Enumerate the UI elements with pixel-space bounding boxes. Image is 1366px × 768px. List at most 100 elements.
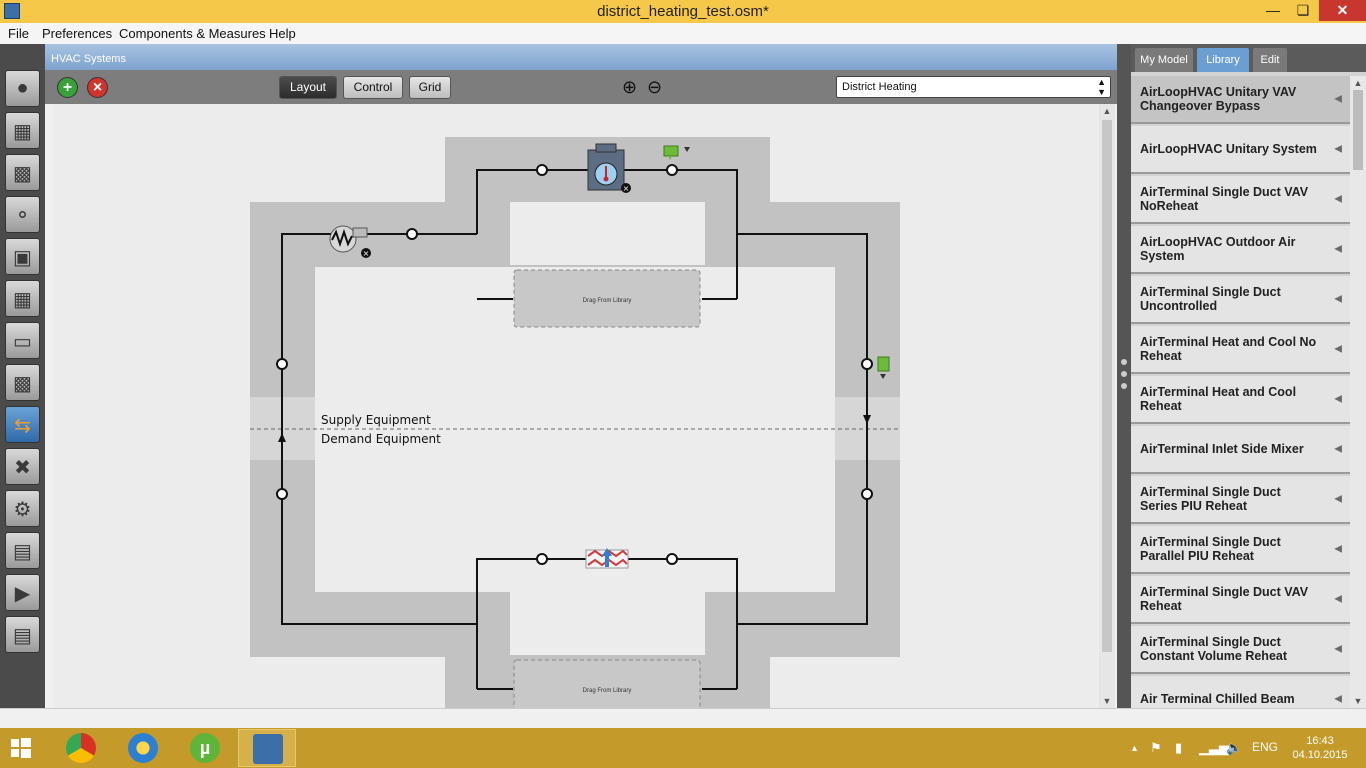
scroll-up-icon[interactable]: ▲ (1099, 106, 1115, 116)
library-item[interactable]: AirTerminal Single Duct VAV NoReheat ◀ (1131, 176, 1350, 224)
menu-components-measures[interactable]: Components & Measures (119, 26, 266, 41)
splitter-grip-icon (1121, 359, 1127, 365)
space-types-tab[interactable]: ▣ (5, 238, 40, 275)
hvac-systems-tab[interactable]: ⇆ (5, 406, 40, 443)
menu-file[interactable]: File (8, 26, 29, 41)
library-item[interactable]: AirLoopHVAC Unitary System ◀ (1131, 126, 1350, 174)
scroll-up-icon[interactable]: ▲ (1350, 78, 1366, 88)
expand-arrow-icon[interactable]: ◀ (1334, 144, 1342, 155)
tab-library[interactable]: Library (1197, 48, 1249, 72)
results-tab[interactable]: ▤ (5, 616, 40, 653)
space-types-icon: ▣ (13, 247, 32, 269)
library-item[interactable]: Air Terminal Chilled Beam ◀ (1131, 676, 1350, 708)
run-tab[interactable]: ▶ (5, 574, 40, 611)
library-scrollbar[interactable]: ▲ ▼ (1350, 76, 1366, 708)
expand-arrow-icon[interactable]: ◀ (1334, 494, 1342, 505)
expand-arrow-icon[interactable]: ◀ (1334, 644, 1342, 655)
run-icon: ▶ (14, 583, 31, 605)
heating-coil-icon[interactable] (585, 548, 629, 569)
scroll-down-icon[interactable]: ▼ (1350, 696, 1366, 706)
maximize-button[interactable]: ❏ (1288, 0, 1318, 21)
library-item[interactable]: AirLoopHVAC Outdoor Air System ◀ (1131, 226, 1350, 274)
demand-equipment-label: Demand Equipment (321, 432, 441, 446)
expand-arrow-icon[interactable]: ◀ (1334, 344, 1342, 355)
taskbar-openstudio[interactable] (238, 729, 296, 767)
zoom-in-icon[interactable]: ⊕ (622, 77, 637, 98)
loads-tab[interactable]: ⚬ (5, 196, 40, 233)
canvas-scroll-thumb[interactable] (1102, 120, 1112, 652)
status-bar (0, 708, 1366, 728)
tray-overflow-icon[interactable]: ▲ (1130, 743, 1139, 753)
loop-diagram[interactable]: Drag From Library Drag From Library × × (53, 104, 1099, 708)
grid-button[interactable]: Grid (409, 76, 451, 99)
clock-date: 04.10.2015 (1292, 749, 1348, 761)
drop-zone-bottom[interactable] (513, 659, 701, 708)
library-item[interactable]: AirTerminal Heat and Cool Reheat ◀ (1131, 376, 1350, 424)
library-item[interactable]: AirTerminal Single Duct Constant Volume … (1131, 626, 1350, 674)
taskbar-chrome[interactable] (52, 729, 110, 767)
expand-arrow-icon[interactable]: ◀ (1334, 694, 1342, 705)
add-loop-button[interactable]: + (57, 77, 78, 98)
constructions-tab[interactable]: ▩ (5, 154, 40, 191)
chrome-icon (66, 733, 96, 763)
drop-zone-bottom-label: Drag From Library (583, 688, 632, 694)
expand-arrow-icon[interactable]: ◀ (1334, 544, 1342, 555)
library-item[interactable]: AirTerminal Heat and Cool No Reheat ◀ (1131, 326, 1350, 374)
library-item-label: AirTerminal Single Duct VAV Reheat (1140, 585, 1309, 613)
right-panel: My Model Library Edit AirLoopHVAC Unitar… (1131, 44, 1366, 708)
action-center-icon[interactable]: ⚑ (1150, 740, 1162, 756)
expand-arrow-icon[interactable]: ◀ (1334, 594, 1342, 605)
expand-arrow-icon[interactable]: ◀ (1334, 244, 1342, 255)
expand-arrow-icon[interactable]: ◀ (1334, 294, 1342, 305)
schedules-icon: ▦ (13, 121, 32, 143)
loop-selector[interactable]: District Heating ▲ ▼ (836, 76, 1111, 98)
simulation-settings-tab[interactable]: ▤ (5, 532, 40, 569)
network-icon[interactable]: ▁▃▅ (1199, 740, 1229, 756)
library-item[interactable]: AirTerminal Single Duct Uncontrolled ◀ (1131, 276, 1350, 324)
menu-bar: File Preferences Components & Measures H… (0, 23, 1366, 44)
start-button[interactable] (0, 729, 58, 767)
panel-splitter[interactable] (1117, 44, 1131, 708)
schedules-tab[interactable]: ▦ (5, 112, 40, 149)
close-button[interactable]: ✕ (1319, 0, 1366, 21)
library-item[interactable]: AirTerminal Single Duct VAV Reheat ◀ (1131, 576, 1350, 624)
drop-zone-top-label: Drag From Library (583, 298, 632, 304)
zoom-out-icon[interactable]: ⊖ (647, 77, 662, 98)
volume-icon[interactable]: 🔈 (1226, 740, 1242, 756)
taskbar-gateway[interactable] (114, 729, 172, 767)
tab-edit[interactable]: Edit (1253, 48, 1287, 72)
language-indicator[interactable]: ENG (1252, 740, 1278, 754)
spaces-tab[interactable]: ▩ (5, 364, 40, 401)
expand-arrow-icon[interactable]: ◀ (1334, 394, 1342, 405)
battery-icon[interactable]: ▮ (1175, 740, 1182, 756)
site-tab[interactable]: ● (5, 70, 40, 107)
layout-button[interactable]: Layout (279, 76, 337, 99)
hvac-canvas[interactable]: Drag From Library Drag From Library × × (53, 104, 1099, 708)
geometry-tab[interactable]: ▦ (5, 280, 40, 317)
library-item[interactable]: AirTerminal Single Duct Series PIU Rehea… (1131, 476, 1350, 524)
canvas-scrollbar[interactable]: ▲ ▼ (1099, 104, 1115, 708)
library-scroll-thumb[interactable] (1353, 90, 1363, 170)
minimize-button[interactable]: — (1258, 0, 1288, 21)
library-item-label: AirTerminal Single Duct Uncontrolled (1140, 285, 1281, 313)
library-item[interactable]: AirLoopHVAC Unitary VAV Changeover Bypas… (1131, 76, 1350, 124)
menu-preferences[interactable]: Preferences (42, 26, 112, 41)
expand-arrow-icon[interactable]: ◀ (1334, 444, 1342, 455)
hvac-header: HVAC Systems (45, 44, 1117, 70)
building-summary-tab[interactable]: ✖ (5, 448, 40, 485)
openstudio-icon (253, 734, 283, 764)
measures-tab[interactable]: ⚙ (5, 490, 40, 527)
library-item[interactable]: AirTerminal Single Duct Parallel PIU Reh… (1131, 526, 1350, 574)
library-item-label: AirTerminal Single Duct VAV NoReheat (1140, 185, 1309, 213)
clock[interactable]: 16:43 04.10.2015 (1290, 734, 1350, 762)
scroll-down-icon[interactable]: ▼ (1099, 696, 1115, 706)
menu-help[interactable]: Help (269, 26, 296, 41)
tab-my-model[interactable]: My Model (1135, 48, 1193, 72)
remove-loop-button[interactable]: × (87, 77, 108, 98)
control-button[interactable]: Control (343, 76, 403, 99)
expand-arrow-icon[interactable]: ◀ (1334, 194, 1342, 205)
expand-arrow-icon[interactable]: ◀ (1334, 94, 1342, 105)
library-item[interactable]: AirTerminal Inlet Side Mixer ◀ (1131, 426, 1350, 474)
taskbar-utorrent[interactable]: µ (176, 729, 234, 767)
facility-tab[interactable]: ▭ (5, 322, 40, 359)
